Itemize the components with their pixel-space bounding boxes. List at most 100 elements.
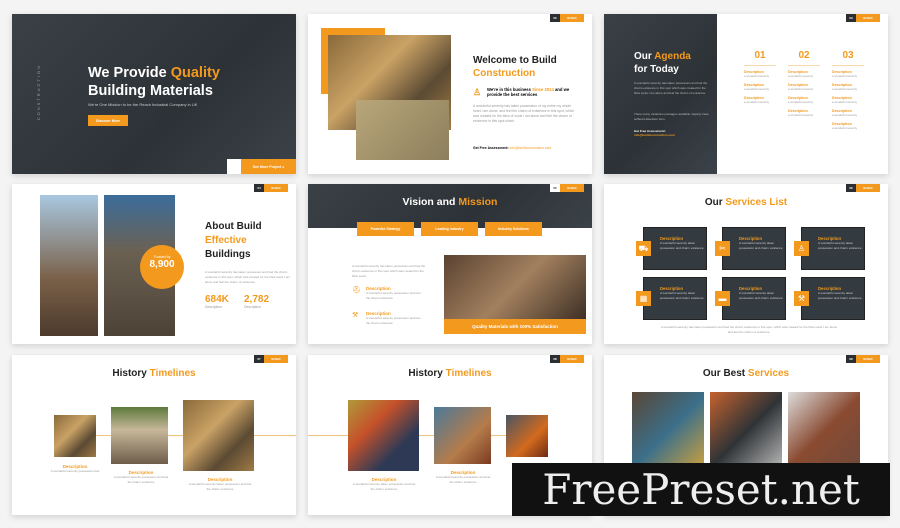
service-card[interactable]: ▬ Description A wonderful serenity taken … [715,277,786,320]
toolbox-icon: ▬ [715,291,730,306]
barrier-icon: ▦ [636,291,651,306]
slide-welcome[interactable]: 02 BUILD Welcome to Build Construction ♙ We… [308,14,592,174]
photo-timeline-3 [183,400,254,471]
truck-icon: ⛟ [636,241,651,256]
welcome-body: A wonderful serenity has taken possessio… [473,104,575,123]
agenda-column: 03 Description a wonderful serenity Descrip… [832,50,864,135]
vision-item-2: ⚒ Description A wonderful serenity possess… [352,311,421,325]
agenda-number: 03 [832,50,864,66]
agenda-body: A wonderful serenity has taken possessio… [634,81,708,95]
photo-timeline-2 [434,407,491,464]
agenda-item: Description a wonderful serenity [832,96,858,104]
photo-service-1 [632,392,704,472]
agenda-title: Our Agenda for Today [634,51,691,75]
slide-about[interactable]: 04 BUILD Trusted by 8,900 About Build Effec… [12,184,296,344]
watermark: FreePreset.net [512,463,890,516]
crane-icon: ⚒ [352,312,359,319]
history-title: History Timelines [112,368,196,379]
arrow-circle-icon: ● [282,164,285,169]
timeline-item: Description A wonderful serenity possessi… [113,470,169,484]
about-body: A wonderful serenity has taken possessio… [205,270,290,284]
tools-icon: ✂ [715,241,730,256]
timeline-item: Description A wonderful serenity taken po… [188,477,252,491]
tab-industry-solutions[interactable]: Industry Solutions [485,222,542,236]
photo-timeline-3 [506,415,548,457]
cover-subtitle: We're One Mission to be the Reach Indust… [88,102,198,107]
slide-agenda[interactable]: 03 BUILD Our Agenda for Today A wonderful … [604,14,888,174]
timeline-item: Description A wonderful serenity possessi… [435,470,491,484]
agenda-item: Description a wonderful serenity [744,83,770,91]
service-card[interactable]: ▦ Description A wonderful serenity taken … [636,277,707,320]
discover-more-button[interactable]: Discover More [88,115,128,126]
agenda-item: Description a wonderful serenity [788,83,814,91]
photo-service-2 [710,392,782,472]
slide-tag: 04 BUILD [254,184,288,192]
service-card[interactable]: ♙ Description A wonderful serenity taken … [794,227,865,270]
scroll-indicator [227,159,241,174]
agenda-column: 02 Description a wonderful serenity Descrip… [788,50,820,122]
slide-tag: 08 BUILD [550,355,584,363]
slide-tag: 06 BUILD [846,184,880,192]
agenda-item: Description a wonderful serenity [832,109,858,117]
slide-tag: 05 BUILD [550,184,584,192]
photo-welder [444,255,586,319]
agenda-column: 01 Description a wonderful serenity Descrip… [744,50,776,109]
helmet-icon: ⛑ [352,287,361,294]
photo-service-3 [788,392,860,472]
agenda-item: Description a wonderful serenity [788,109,814,117]
services-footer: A wonderful serenity has taken possessio… [660,325,838,334]
tab-powerful-strategy[interactable]: Powerful Strategy [357,222,414,236]
vision-title: Vision and Mission [402,196,498,208]
vision-body: A wonderful serenity has taken possessio… [352,264,426,278]
agenda-number: 01 [744,50,776,66]
timeline-item: Description A wonderful serenity taken po… [352,477,416,491]
tab-leading-industry[interactable]: Leading Industry [421,222,478,236]
photo-timeline-1 [348,400,419,471]
agenda-item: Description a wonderful serenity [788,96,814,104]
slide-history-1[interactable]: 07 BUILD History Timelines Description A w… [12,355,296,515]
welcome-title: Welcome to Build Construction [473,55,557,79]
worker-icon: ♙ [794,241,809,256]
crane-icon: ⚒ [794,291,809,306]
photo-scaffold-workers [40,195,98,336]
trusted-badge: Trusted by 8,900 [140,245,184,289]
photo-timeline-1 [54,415,96,457]
slide-tag: 03 BUILD [846,14,880,22]
slide-tag: 02 BUILD [550,14,584,22]
slide-tag: 09 BUILD [846,355,880,363]
service-card[interactable]: ⚒ Description A wonderful serenity taken … [794,277,865,320]
service-card[interactable]: ⛟ Description A wonderful serenity taken … [636,227,707,270]
photo-site-floor [356,100,449,160]
agenda-body2: There many variations passages available… [634,112,709,121]
worker-icon: ♙ [473,87,482,97]
agenda-panel: Our Agenda for Today A wonderful serenity… [604,14,717,174]
vertical-label: CONSTRUCTION [36,64,41,121]
agenda-item: Description a wonderful serenity [744,96,770,104]
service-card[interactable]: ✂ Description A wonderful serenity taken … [715,227,786,270]
see-more-project-button[interactable]: See More Project ● [241,159,296,174]
services-list-title: Our Services List [704,197,788,208]
agenda-item: Description a wonderful serenity [832,122,858,130]
cover-title: We Provide Quality Building Materials [88,65,220,99]
agenda-item: Description a wonderful serenity [832,83,858,91]
see-more-label: See More Project [252,164,282,169]
agenda-item: Description a wonderful serenity [832,70,858,78]
slide-cover[interactable]: CONSTRUCTION We Provide Quality Building … [12,14,296,174]
best-services-title: Our Best Services [702,368,790,379]
welcome-lead: ♙ We're in this business Since 2014 and w… [473,87,570,97]
slide-services-list[interactable]: 06 BUILD Our Services List ⛟ Description A… [604,184,888,344]
timeline-item: Description A wonderful serenity possessi… [50,464,100,473]
stat-1: 684K Description [205,294,229,309]
agenda-number: 02 [788,50,820,66]
agenda-contact: Get Free Assessment: info@buildconstructi… [634,129,675,137]
vision-item-1: ⛑ Description A wonderful serenity possess… [352,286,421,300]
about-title: About Build Effective Buildings [205,221,262,260]
slide-tag: 07 BUILD [254,355,288,363]
slide-vision[interactable]: 05 BUILD Vision and Mission Powerful Stra… [308,184,592,344]
agenda-item: Description a wonderful serenity [788,70,814,78]
agenda-item: Description a wonderful serenity [744,70,770,78]
quality-banner: Quality Materials with 100% Satisfaction [444,319,586,334]
contact-email-link[interactable]: info@buildconstruction.com [510,146,552,150]
stat-2: 2,782 Description [244,294,270,309]
contact-line: Get Free Assessment: info@buildconstruct… [473,146,552,150]
